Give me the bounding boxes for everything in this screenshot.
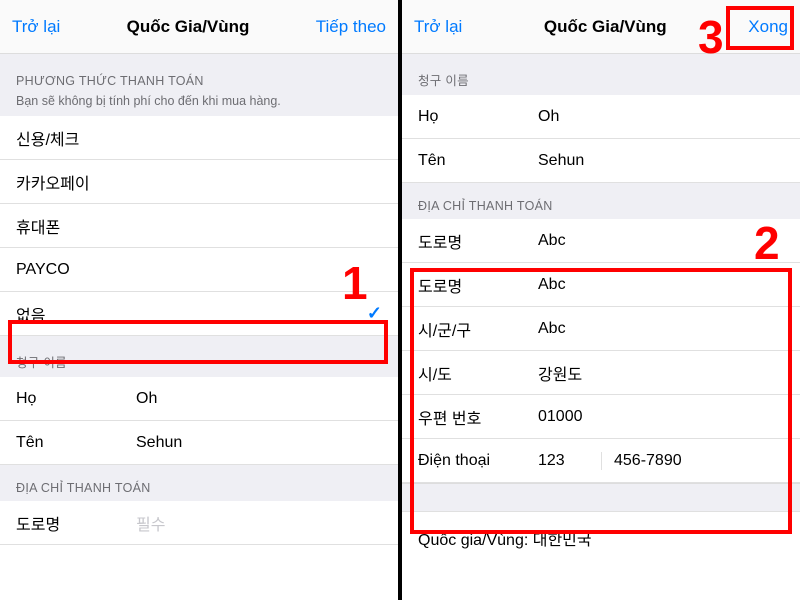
payment-option-label: 휴대폰 [16, 214, 60, 238]
field-label: Điện thoại [418, 452, 538, 470]
nav-title: Quốc Gia/Vùng [544, 17, 667, 37]
billing-name-header: 청구 이름 [0, 336, 398, 377]
field-label: 도로명 [16, 511, 136, 535]
field-label: Họ [418, 108, 538, 126]
phone-area-input[interactable]: 123 [538, 452, 602, 470]
nav-header: Trở lại Quốc Gia/Vùng Tiếp theo [0, 0, 398, 54]
section-gap [402, 483, 800, 511]
field-label: 우편 번호 [418, 405, 538, 429]
payment-option[interactable]: PAYCO [0, 248, 398, 292]
back-button[interactable]: Trở lại [12, 17, 60, 37]
firstname-row[interactable]: Tên Sehun [0, 421, 398, 465]
nav-title: Quốc Gia/Vùng [127, 17, 250, 37]
field-label: Họ [16, 390, 136, 408]
street2-input[interactable]: Abc [538, 276, 784, 294]
street2-row[interactable]: 도로명 Abc [402, 263, 800, 307]
payment-section-header: PHƯƠNG THỨC THANH TOÁN [0, 54, 398, 94]
country-region-text: Quốc gia/Vùng: 대한민국 [418, 532, 592, 549]
country-region-row[interactable]: Quốc gia/Vùng: 대한민국 [402, 511, 800, 564]
payment-option-label: PAYCO [16, 261, 70, 279]
billing-address-header: ĐỊA CHỈ THANH TOÁN [402, 183, 800, 219]
street1-row[interactable]: 도로명 Abc [402, 219, 800, 263]
surname-input[interactable]: Oh [136, 390, 382, 408]
surname-row[interactable]: Họ Oh [402, 95, 800, 139]
phone-number-input[interactable]: 456-7890 [602, 452, 682, 470]
right-panel: Trở lại Quốc Gia/Vùng Xong 청구 이름 Họ Oh T… [402, 0, 800, 600]
billing-address-header: ĐỊA CHỈ THANH TOÁN [0, 465, 398, 501]
province-row[interactable]: 시/도 강원도 [402, 351, 800, 395]
city-input[interactable]: Abc [538, 320, 784, 338]
firstname-input[interactable]: Sehun [136, 434, 382, 452]
done-button[interactable]: Xong [748, 17, 788, 37]
payment-option[interactable]: 신용/체크 [0, 116, 398, 160]
city-row[interactable]: 시/군/구 Abc [402, 307, 800, 351]
payment-option-label: 카카오페이 [16, 170, 90, 194]
nav-header: Trở lại Quốc Gia/Vùng Xong [402, 0, 800, 54]
firstname-input[interactable]: Sehun [538, 152, 784, 170]
province-input[interactable]: 강원도 [538, 361, 784, 385]
street1-input[interactable]: Abc [538, 232, 784, 250]
billing-name-header: 청구 이름 [402, 54, 800, 95]
phone-row[interactable]: Điện thoại 123 456-7890 [402, 439, 800, 483]
field-label: 도로명 [418, 273, 538, 297]
payment-option[interactable]: 휴대폰 [0, 204, 398, 248]
field-label: 도로명 [418, 229, 538, 253]
payment-option[interactable]: 카카오페이 [0, 160, 398, 204]
surname-input[interactable]: Oh [538, 108, 784, 126]
surname-row[interactable]: Họ Oh [0, 377, 398, 421]
postal-input[interactable]: 01000 [538, 408, 784, 426]
firstname-row[interactable]: Tên Sehun [402, 139, 800, 183]
checkmark-icon: ✓ [367, 303, 382, 324]
back-button[interactable]: Trở lại [414, 17, 462, 37]
field-label: Tên [16, 434, 136, 452]
postal-row[interactable]: 우편 번호 01000 [402, 395, 800, 439]
street-row[interactable]: 도로명 필수 [0, 501, 398, 545]
payment-option-label: 없음 [16, 302, 45, 326]
field-label: Tên [418, 152, 538, 170]
field-label: 시/도 [418, 361, 538, 385]
field-label: 시/군/구 [418, 317, 538, 341]
left-panel: Trở lại Quốc Gia/Vùng Tiếp theo PHƯƠNG T… [0, 0, 398, 600]
street-input[interactable]: 필수 [136, 511, 165, 535]
next-button[interactable]: Tiếp theo [316, 17, 386, 37]
payment-option-label: 신용/체크 [16, 126, 79, 150]
payment-option-none[interactable]: 없음 ✓ [0, 292, 398, 336]
payment-section-subtext: Bạn sẽ không bị tính phí cho đến khi mua… [0, 94, 398, 116]
